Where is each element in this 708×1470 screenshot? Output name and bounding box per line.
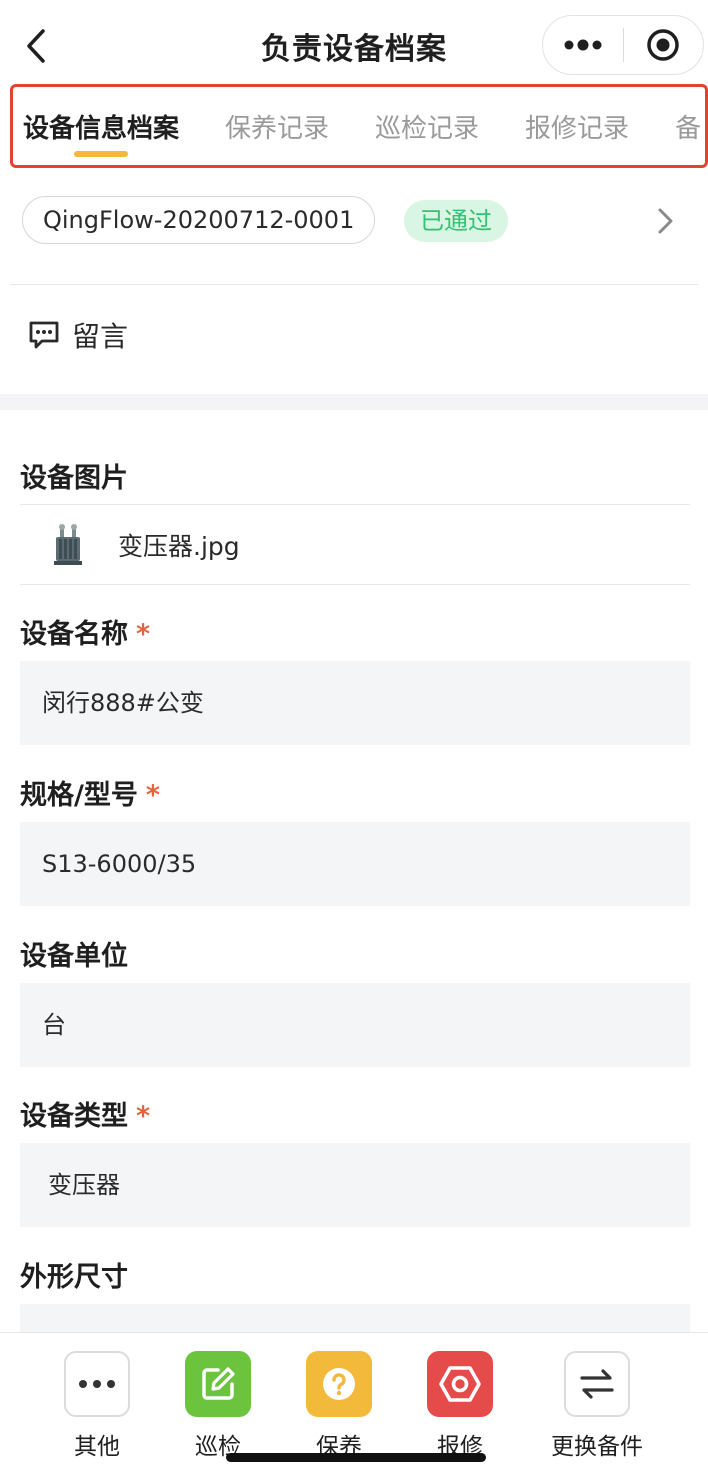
hex-nut-icon <box>439 1366 481 1402</box>
more-dots-icon <box>79 1380 115 1388</box>
chevron-right-icon[interactable] <box>654 206 678 236</box>
required-mark: * <box>136 1101 151 1132</box>
edit-pencil-icon <box>202 1367 235 1400</box>
other-button[interactable]: 其他 <box>42 1351 152 1461</box>
maintain-icon-box <box>306 1351 372 1417</box>
more-menu-button[interactable] <box>543 16 623 74</box>
divider <box>20 504 690 505</box>
maintain-button[interactable]: 保养 <box>284 1351 394 1461</box>
repair-button[interactable]: 报修 <box>405 1351 515 1461</box>
record-header[interactable]: QingFlow-20200712-0001 已通过 <box>0 190 708 254</box>
field-title-spec-model: 规格/型号 * <box>20 780 160 811</box>
tab-patrol-records[interactable]: 巡检记录 <box>375 87 479 165</box>
comment-button[interactable]: 留言 <box>28 312 128 358</box>
spec-model-field[interactable]: S13-6000/35 <box>20 822 690 906</box>
swap-arrows-icon <box>580 1369 614 1399</box>
field-title-dimensions: 外形尺寸 <box>20 1262 128 1293</box>
repair-icon-box <box>427 1351 493 1417</box>
field-title-device-unit: 设备单位 <box>20 941 128 972</box>
active-tab-indicator <box>74 151 128 157</box>
mini-program-capsule <box>542 15 704 75</box>
replace-parts-label: 更换备件 <box>551 1434 643 1460</box>
close-mini-program-button[interactable] <box>624 16 704 74</box>
required-mark: * <box>145 780 160 811</box>
other-icon-box <box>64 1351 130 1417</box>
tab-device-info[interactable]: 设备信息档案 <box>23 87 179 165</box>
more-dots-icon <box>564 39 602 51</box>
target-circle-icon <box>647 29 679 61</box>
bottom-action-bar: 其他 巡检 保养 报修 更换备件 <box>0 1332 708 1470</box>
field-title-device-name: 设备名称 * <box>20 619 151 650</box>
device-type-field[interactable]: 变压器 <box>20 1143 690 1227</box>
replace-icon-box <box>564 1351 630 1417</box>
device-name-field[interactable]: 闵行888#公变 <box>20 661 690 745</box>
record-id-chip: QingFlow-20200712-0001 <box>22 196 376 244</box>
comment-icon <box>29 321 59 349</box>
patrol-button[interactable]: 巡检 <box>163 1351 273 1461</box>
other-label: 其他 <box>74 1434 120 1460</box>
device-unit-field[interactable]: 台 <box>20 983 690 1067</box>
image-file-name: 变压器.jpg <box>118 532 240 561</box>
question-circle-icon <box>323 1368 355 1400</box>
patrol-icon-box <box>185 1351 251 1417</box>
transformer-thumbnail-icon <box>54 524 82 565</box>
section-gap <box>0 394 708 410</box>
tab-repair-records[interactable]: 报修记录 <box>525 87 629 165</box>
tab-bar: 设备信息档案 保养记录 巡检记录 报修记录 备 <box>13 87 701 165</box>
tab-maintenance-records[interactable]: 保养记录 <box>225 87 329 165</box>
tab-more[interactable]: 备 <box>675 87 701 165</box>
field-title-device-type: 设备类型 * <box>20 1101 151 1132</box>
required-mark: * <box>136 619 151 650</box>
divider <box>10 284 698 285</box>
image-attachment[interactable]: 变压器.jpg <box>48 522 240 568</box>
replace-parts-button[interactable]: 更换备件 <box>542 1351 652 1461</box>
status-badge: 已通过 <box>404 200 508 242</box>
home-indicator <box>226 1453 486 1462</box>
divider <box>20 584 690 585</box>
field-title-device-image: 设备图片 <box>20 463 128 494</box>
tab-bar-highlight: 设备信息档案 保养记录 巡检记录 报修记录 备 <box>10 84 708 168</box>
nav-header: 负责设备档案 <box>0 0 708 90</box>
comment-label: 留言 <box>72 320 129 353</box>
